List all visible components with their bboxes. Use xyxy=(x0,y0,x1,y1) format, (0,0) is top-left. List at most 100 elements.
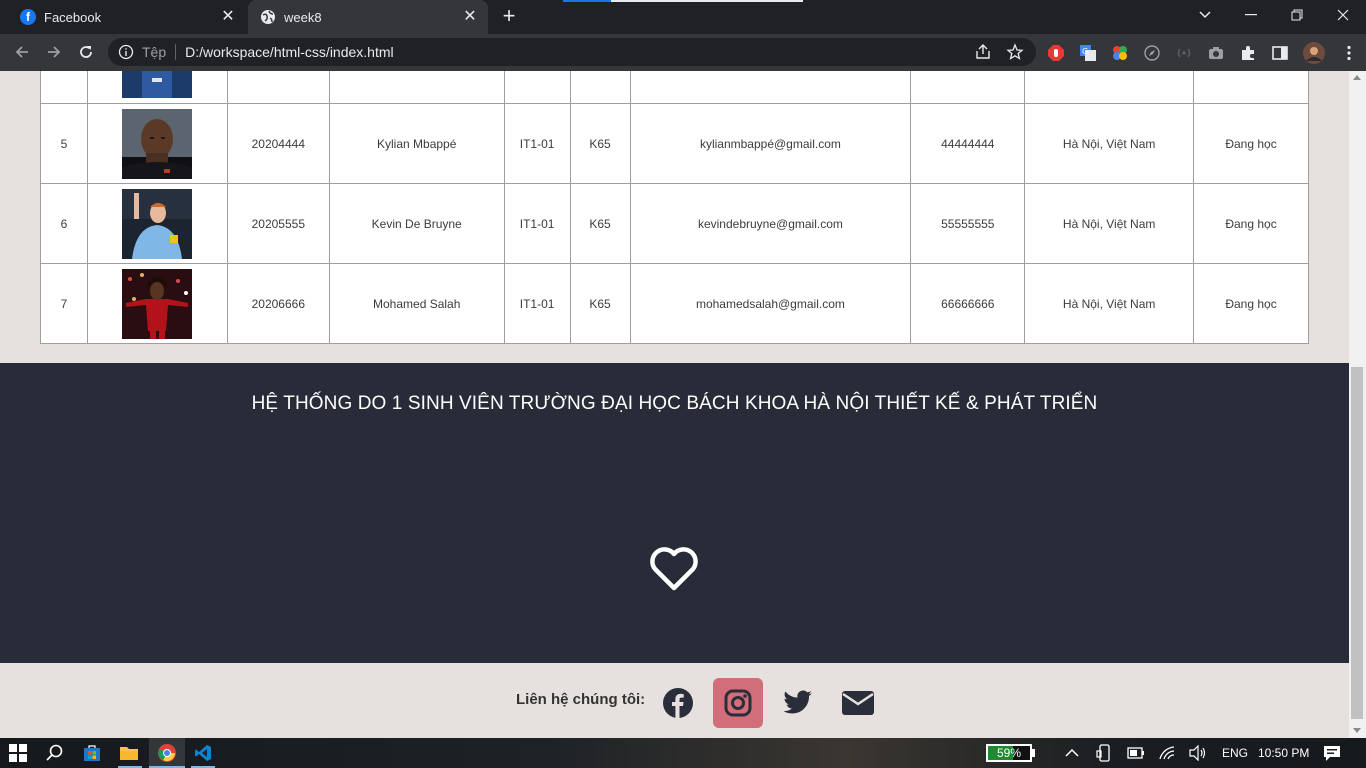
cell-phone: 44444444 xyxy=(910,103,1026,184)
cell-stt: 7 xyxy=(40,263,88,344)
cell-class: IT1-01 xyxy=(503,263,571,344)
compass-extension-icon[interactable] xyxy=(1143,44,1161,62)
store-icon[interactable] xyxy=(82,743,102,763)
battery-icon[interactable] xyxy=(1126,743,1146,763)
cell-mssv: 20206666 xyxy=(226,263,330,344)
instagram-icon[interactable] xyxy=(713,678,763,728)
tab-strip-indicator xyxy=(563,0,803,2)
color-picker-extension-icon[interactable] xyxy=(1111,44,1129,62)
cell-class: IT1-01 xyxy=(503,183,571,264)
student-photo xyxy=(122,71,193,98)
share-icon[interactable] xyxy=(974,43,992,61)
adblock-extension-icon[interactable] xyxy=(1047,44,1065,62)
clock[interactable]: 10:50 PM xyxy=(1258,746,1309,760)
broadcast-extension-icon[interactable] xyxy=(1175,44,1193,62)
address-bar[interactable]: Tệp D:/workspace/html-css/index.html xyxy=(108,38,1036,66)
back-arrow-icon[interactable] xyxy=(10,40,34,64)
contact-label: Liên hệ chúng tôi: xyxy=(516,691,646,708)
minimize-button[interactable] xyxy=(1228,0,1274,30)
new-tab-button[interactable]: + xyxy=(498,5,520,28)
forward-arrow-icon[interactable] xyxy=(42,40,66,64)
cell-status: Đang học xyxy=(1193,263,1309,344)
chrome-icon[interactable] xyxy=(157,743,177,763)
more-menu-icon[interactable] xyxy=(1340,44,1358,62)
globe-icon xyxy=(260,9,276,25)
close-window-button[interactable] xyxy=(1320,0,1366,30)
translate-extension-icon[interactable]: G xyxy=(1079,44,1097,62)
page-scrollbar[interactable] xyxy=(1349,71,1366,738)
windows-start-icon[interactable] xyxy=(8,743,28,763)
windows-taskbar: 59% ENG 10:50 PM xyxy=(0,738,1366,768)
table-row: 5 20204444 Kylian Mbappé IT1-01 K65 kyli… xyxy=(40,103,1309,184)
facebook-icon[interactable] xyxy=(653,678,703,728)
cell-course: K65 xyxy=(569,263,631,344)
cell-stt: 6 xyxy=(40,183,88,264)
file-explorer-icon[interactable] xyxy=(119,743,139,763)
battery-indicator[interactable]: 59% xyxy=(986,744,1032,762)
table-row: 7 20206666 Mohamed Salah IT1-01 K65 moha… xyxy=(40,263,1309,344)
svg-text:G: G xyxy=(1082,47,1088,56)
cell-course: K65 xyxy=(569,103,631,184)
table-row xyxy=(40,71,1309,104)
battery-tip xyxy=(1032,749,1035,757)
cell-phone: 66666666 xyxy=(910,263,1026,344)
search-icon[interactable] xyxy=(45,743,65,763)
kylian-mbappe-photo xyxy=(122,108,193,179)
cell-stt: 5 xyxy=(40,103,88,184)
chevron-up-icon[interactable] xyxy=(1062,743,1082,763)
tab-search-chevron-icon[interactable] xyxy=(1182,0,1228,30)
vscode-icon[interactable] xyxy=(193,743,213,763)
footer-title: HỆ THỐNG DO 1 SINH VIÊN TRƯỜNG ĐẠI HỌC B… xyxy=(251,393,1098,414)
reload-icon[interactable] xyxy=(74,40,98,64)
notification-icon[interactable] xyxy=(1322,743,1342,763)
cell-class: IT1-01 xyxy=(503,103,571,184)
camera-extension-icon[interactable] xyxy=(1207,44,1225,62)
info-icon[interactable] xyxy=(118,44,134,60)
cell-address: Hà Nội, Việt Nam xyxy=(1024,183,1195,264)
divider xyxy=(175,44,177,60)
page-content: 5 20204444 Kylian Mbappé IT1-01 K65 kyli… xyxy=(0,71,1349,738)
cell-name: Mohamed Salah xyxy=(328,263,505,344)
cell-name: Kevin De Bruyne xyxy=(328,183,505,264)
profile-avatar[interactable] xyxy=(1303,42,1325,64)
close-tab-icon[interactable]: ✕ xyxy=(462,9,478,25)
tab-strip: f Facebook ✕ week8 ✕ + xyxy=(0,0,1366,34)
mohamed-salah-photo xyxy=(122,268,193,339)
battery-percent: 59% xyxy=(996,746,1022,760)
student-table: 5 20204444 Kylian Mbappé IT1-01 K65 kyli… xyxy=(40,71,1309,344)
browser-toolbar: Tệp D:/workspace/html-css/index.html G xyxy=(0,34,1366,71)
footer-banner: HỆ THỐNG DO 1 SINH VIÊN TRƯỜNG ĐẠI HỌC B… xyxy=(0,363,1349,663)
cell-status: Đang học xyxy=(1193,183,1309,264)
scrollbar-thumb[interactable] xyxy=(1351,367,1363,719)
extensions-puzzle-icon[interactable] xyxy=(1239,44,1257,62)
cell-mssv: 20205555 xyxy=(226,183,330,264)
cell-email: mohamedsalah@gmail.com xyxy=(629,263,912,344)
tab-facebook[interactable]: f Facebook ✕ xyxy=(8,0,246,34)
volume-icon[interactable] xyxy=(1188,743,1208,763)
tab-week8[interactable]: week8 ✕ xyxy=(248,0,488,34)
bookmark-star-icon[interactable] xyxy=(1006,43,1024,61)
heart-icon xyxy=(648,545,700,593)
cell-phone: 55555555 xyxy=(910,183,1026,264)
scroll-up-arrow-icon[interactable] xyxy=(1353,75,1361,80)
contact-section: Liên hệ chúng tôi: xyxy=(0,663,1349,738)
scroll-down-arrow-icon[interactable] xyxy=(1353,728,1361,733)
table-row: 6 20205555 Kevin De Bruyne IT1-01 K65 ke… xyxy=(40,183,1309,264)
side-panel-icon[interactable] xyxy=(1271,44,1289,62)
wifi-icon[interactable] xyxy=(1158,743,1178,763)
language-indicator[interactable]: ENG xyxy=(1222,746,1248,760)
kevin-de-bruyne-photo xyxy=(122,188,193,259)
cell-name: Kylian Mbappé xyxy=(328,103,505,184)
phone-link-icon[interactable] xyxy=(1094,743,1114,763)
facebook-icon: f xyxy=(20,9,36,25)
cell-course: K65 xyxy=(569,183,631,264)
envelope-icon[interactable] xyxy=(833,678,883,728)
tab-title: Facebook xyxy=(44,9,102,25)
restore-button[interactable] xyxy=(1274,0,1320,30)
twitter-icon[interactable] xyxy=(773,678,823,728)
tab-title: week8 xyxy=(284,9,322,25)
close-tab-icon[interactable]: ✕ xyxy=(220,9,236,25)
cell-email: kevindebruyne@gmail.com xyxy=(629,183,912,264)
cell-status: Đang học xyxy=(1193,103,1309,184)
url-scheme-label: Tệp xyxy=(142,44,167,60)
